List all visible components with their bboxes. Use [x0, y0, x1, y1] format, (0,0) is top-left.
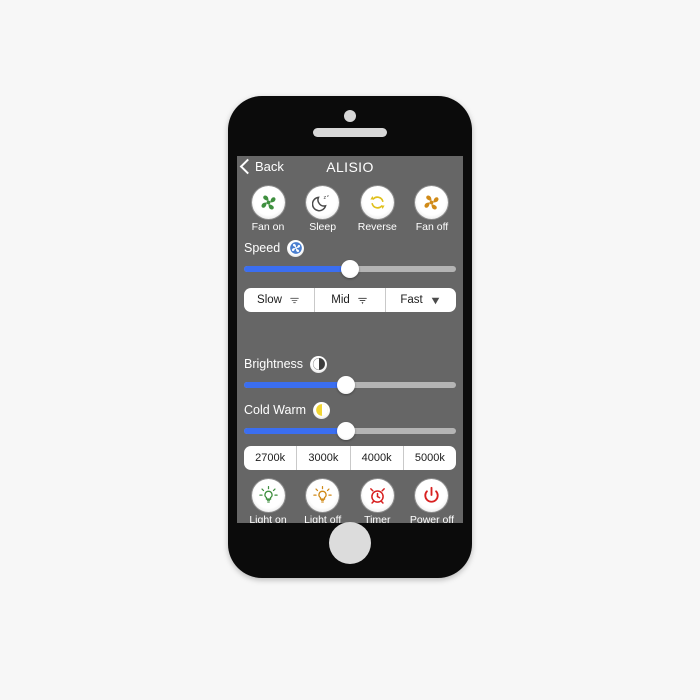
brightness-slider[interactable] [244, 375, 456, 395]
home-button[interactable] [329, 522, 371, 564]
speed-preset-fast[interactable]: Fast [386, 288, 456, 312]
light-off-icon-circle [306, 479, 340, 512]
color-temp-3000k-label: 3000k [308, 452, 339, 464]
light-on-label: Light on [249, 514, 287, 523]
sleep-icon-circle: z z [306, 186, 340, 219]
power-off-icon-circle [415, 479, 449, 512]
power-off-label: Power off [409, 514, 455, 523]
phone-device: Back ALISIO Fan on z z Sleep Reverse Fan… [228, 96, 472, 578]
light-on-icon-circle [251, 479, 285, 512]
half-circle-warm-icon [313, 401, 331, 419]
reverse-label: Reverse [357, 221, 397, 233]
cold-warm-slider-block: Cold Warm [237, 400, 463, 441]
svg-text:z: z [327, 193, 329, 198]
color-temp-3000k[interactable]: 3000k [297, 446, 351, 470]
fan-on-button[interactable]: Fan on [243, 186, 293, 233]
brightness-slider-block: Brightness [237, 354, 463, 395]
fan-on-icon-circle [251, 186, 285, 219]
fan-badge-glyph [289, 242, 302, 254]
cold-warm-label: Cold Warm [244, 403, 307, 417]
color-temp-2700k[interactable]: 2700k [244, 446, 298, 470]
speed-slider-thumb[interactable] [341, 260, 359, 278]
color-temp-2700k-label: 2700k [255, 452, 286, 464]
sleep-label: Sleep [309, 221, 337, 233]
light-off-button[interactable]: Light off [298, 479, 348, 523]
signal-weak-icon [290, 297, 299, 303]
moon-zzz-icon: z z [312, 193, 329, 212]
brightness-header: Brightness [244, 354, 456, 374]
fan-on-label: Fan on [251, 221, 285, 233]
half-circle-glyph [312, 357, 325, 371]
color-temp-5000k[interactable]: 5000k [404, 446, 456, 470]
reverse-button[interactable]: Reverse [352, 186, 402, 233]
page-title: ALISIO [326, 159, 374, 175]
reverse-arrows-icon [370, 196, 385, 209]
light-on-button[interactable]: Light on [243, 479, 293, 523]
color-temp-5000k-label: 5000k [414, 452, 445, 464]
half-circle-icon [310, 355, 328, 373]
color-temperature-segmented-control: 2700k 3000k 4000k 5000k [244, 446, 456, 470]
cold-warm-track-fill [244, 428, 346, 434]
speed-preset-segmented-control: Slow Mid Fast [244, 288, 456, 312]
fan-controls-row: Fan on z z Sleep Reverse Fan off [237, 182, 463, 233]
earpiece-speaker [313, 128, 387, 137]
cold-warm-slider-thumb[interactable] [336, 422, 355, 440]
speed-label: Speed [244, 241, 281, 255]
alarm-clock-icon [369, 488, 385, 504]
fan-off-button[interactable]: Fan off [407, 186, 457, 233]
speed-slider-block: Speed [237, 238, 463, 279]
cold-warm-header: Cold Warm [244, 400, 456, 420]
brightness-label: Brightness [244, 357, 304, 371]
sleep-button[interactable]: z z Sleep [298, 186, 348, 233]
speed-preset-mid[interactable]: Mid [315, 288, 386, 312]
power-icon [424, 486, 440, 503]
fan-off-icon-circle [415, 186, 449, 219]
fan-off-label: Fan off [415, 221, 449, 233]
timer-icon-circle [360, 479, 394, 512]
front-camera-icon [344, 110, 356, 122]
timer-label: Timer [364, 514, 391, 523]
light-controls-row: Light on Light off Timer Power off [237, 475, 463, 523]
color-temp-4000k-label: 4000k [361, 452, 392, 464]
screenshot-canvas: Back ALISIO Fan on z z Sleep Reverse Fan… [0, 0, 700, 700]
phone-screen: Back ALISIO Fan on z z Sleep Reverse Fan… [237, 156, 463, 523]
speed-slider[interactable] [244, 259, 456, 279]
reverse-icon-circle [360, 186, 394, 219]
cold-warm-slider[interactable] [244, 421, 456, 441]
speed-preset-slow[interactable]: Slow [244, 288, 315, 312]
bulb-on-icon [258, 485, 278, 503]
speed-preset-mid-label: Mid [331, 294, 350, 306]
fan-badge-icon [287, 239, 305, 257]
color-temp-4000k[interactable]: 4000k [351, 446, 404, 470]
signal-strong-icon [431, 297, 439, 304]
bulb-off-icon [313, 485, 332, 503]
brightness-track-fill [244, 382, 346, 388]
light-off-label: Light off [304, 514, 342, 523]
fan-icon [424, 195, 439, 210]
signal-mid-icon [357, 297, 367, 304]
fan-icon [260, 195, 276, 210]
power-off-button[interactable]: Power off [407, 479, 457, 523]
timer-button[interactable]: Timer [352, 479, 402, 523]
half-circle-warm-glyph [315, 404, 328, 416]
speed-header: Speed [244, 238, 456, 258]
brightness-slider-thumb[interactable] [336, 376, 355, 394]
navigation-bar: Back ALISIO [237, 156, 463, 182]
speed-preset-slow-label: Slow [257, 294, 282, 306]
speed-preset-fast-label: Fast [400, 294, 423, 306]
speed-track-fill [244, 266, 350, 272]
